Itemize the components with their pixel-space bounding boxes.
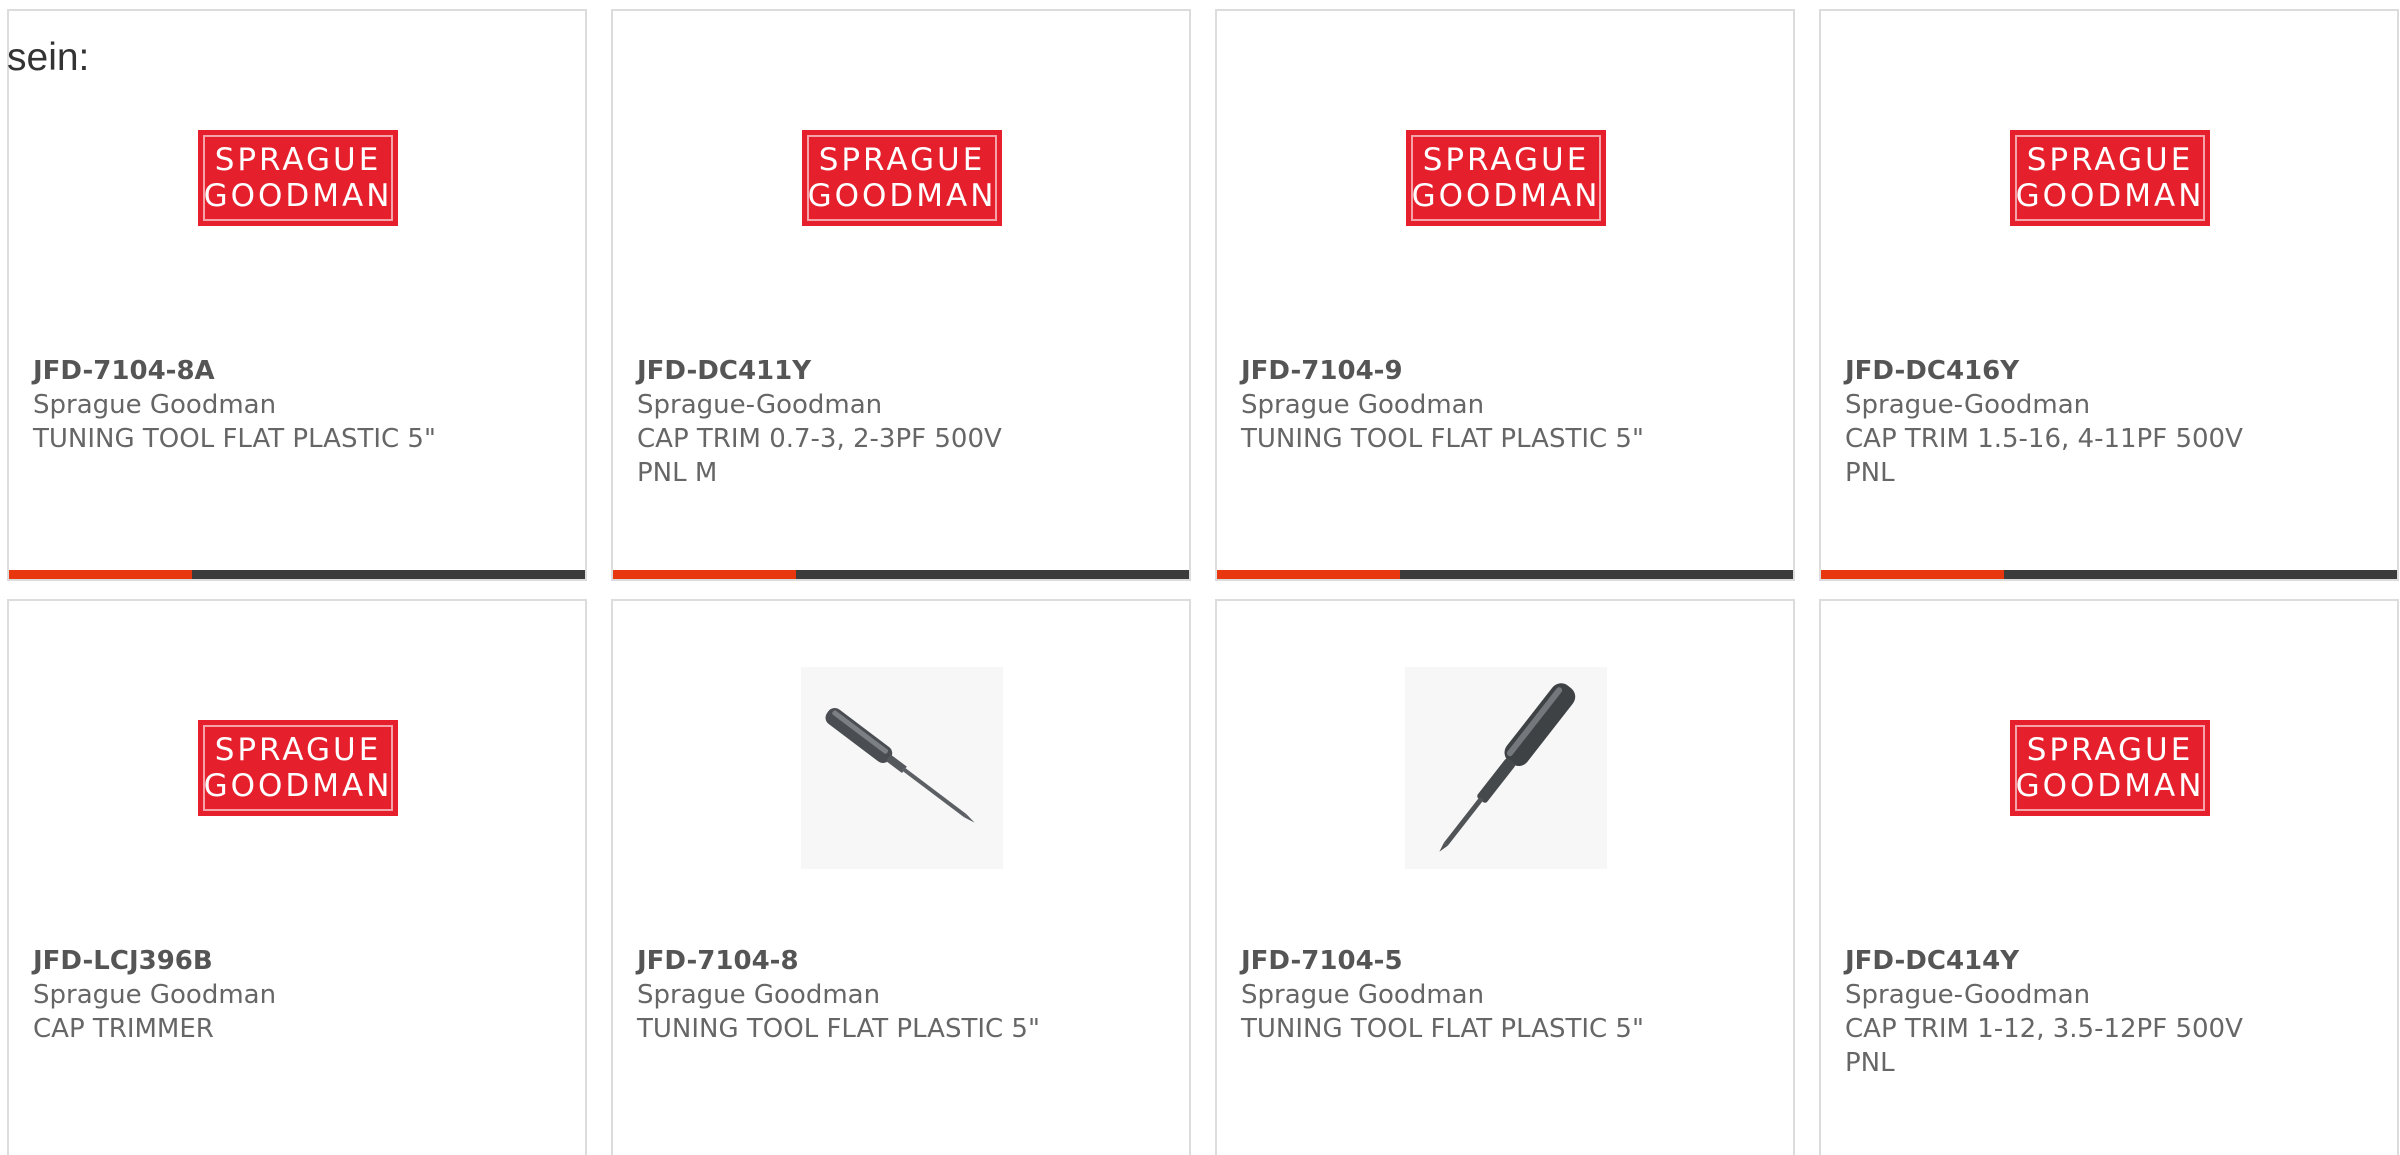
part-number-link[interactable]: JFD-DC416Y xyxy=(1845,354,2265,388)
part-number-link[interactable]: JFD-DC411Y xyxy=(637,354,1057,388)
logo-line: GOODMAN xyxy=(2015,178,2205,214)
card-bottom-bar xyxy=(9,570,585,579)
logo-line: SPRAGUE xyxy=(214,142,382,178)
logo-line: SPRAGUE xyxy=(818,142,986,178)
logo-line: SPRAGUE xyxy=(1422,142,1590,178)
card-bottom-bar xyxy=(1821,570,2397,579)
product-image[interactable] xyxy=(1405,667,1607,869)
description: TUNING TOOL FLAT PLASTIC 5" xyxy=(1241,1014,1644,1044)
product-image[interactable]: SPRAGUE GOODMAN xyxy=(2009,77,2211,279)
product-image[interactable]: SPRAGUE GOODMAN xyxy=(197,77,399,279)
product-info: JFD-DC414Y Sprague-Goodman CAP TRIM 1-12… xyxy=(1845,944,2265,1080)
sprague-goodman-logo: SPRAGUE GOODMAN xyxy=(198,130,398,226)
logo-line: GOODMAN xyxy=(807,178,997,214)
product-info: JFD-7104-5 Sprague Goodman TUNING TOOL F… xyxy=(1241,944,1701,1046)
product-grid: SPRAGUE GOODMAN JFD-7104-8A Sprague Good… xyxy=(7,9,2400,1155)
product-image[interactable]: SPRAGUE GOODMAN xyxy=(197,667,399,869)
product-info: JFD-7104-8A Sprague Goodman TUNING TOOL … xyxy=(33,354,493,456)
product-info: JFD-DC416Y Sprague-Goodman CAP TRIM 1.5-… xyxy=(1845,354,2265,490)
manufacturer: Sprague-Goodman xyxy=(1845,390,2091,420)
product-info: JFD-LCJ396B Sprague Goodman CAP TRIMMER xyxy=(33,944,493,1046)
intro-text: sein: xyxy=(7,36,90,79)
card-accent-bar xyxy=(613,570,796,579)
part-number-link[interactable]: JFD-DC414Y xyxy=(1845,944,2265,978)
product-image[interactable]: SPRAGUE GOODMAN xyxy=(2009,667,2211,869)
sprague-goodman-logo: SPRAGUE GOODMAN xyxy=(2010,130,2210,226)
product-image[interactable]: SPRAGUE GOODMAN xyxy=(1405,77,1607,279)
card-accent-bar xyxy=(1821,570,2004,579)
description: CAP TRIMMER xyxy=(33,1014,214,1044)
card-bottom-bar xyxy=(1217,570,1793,579)
product-image[interactable]: SPRAGUE GOODMAN xyxy=(801,77,1003,279)
tuning-tool-icon xyxy=(1405,667,1607,869)
logo-line: GOODMAN xyxy=(203,178,393,214)
sprague-goodman-logo: SPRAGUE GOODMAN xyxy=(198,720,398,816)
tuning-tool-icon xyxy=(801,667,1003,869)
product-card[interactable]: SPRAGUE GOODMAN JFD-7104-9 Sprague Goodm… xyxy=(1215,9,1795,581)
logo-line: SPRAGUE xyxy=(2026,732,2194,768)
description: CAP TRIM 1-12, 3.5-12PF 500V PNL xyxy=(1845,1014,2243,1078)
sprague-goodman-logo: SPRAGUE GOODMAN xyxy=(2010,720,2210,816)
product-info: JFD-7104-9 Sprague Goodman TUNING TOOL F… xyxy=(1241,354,1701,456)
part-number-link[interactable]: JFD-7104-9 xyxy=(1241,354,1701,388)
description: CAP TRIM 0.7-3, 2-3PF 500V PNL M xyxy=(637,424,1002,488)
product-card[interactable]: JFD-7104-5 Sprague Goodman TUNING TOOL F… xyxy=(1215,599,1795,1155)
logo-line: GOODMAN xyxy=(1411,178,1601,214)
manufacturer: Sprague Goodman xyxy=(33,390,277,420)
tuning-tool-photo xyxy=(1405,667,1607,869)
manufacturer: Sprague-Goodman xyxy=(637,390,883,420)
product-grid-page: sein: SPRAGUE GOODMAN JFD-7104-8A Spragu… xyxy=(0,0,2400,1155)
product-card[interactable]: SPRAGUE GOODMAN JFD-DC414Y Sprague-Goodm… xyxy=(1819,599,2399,1155)
product-card[interactable]: SPRAGUE GOODMAN JFD-LCJ396B Sprague Good… xyxy=(7,599,587,1155)
description: TUNING TOOL FLAT PLASTIC 5" xyxy=(1241,424,1644,454)
product-info: JFD-DC411Y Sprague-Goodman CAP TRIM 0.7-… xyxy=(637,354,1057,490)
description: CAP TRIM 1.5-16, 4-11PF 500V PNL xyxy=(1845,424,2243,488)
part-number-link[interactable]: JFD-7104-8A xyxy=(33,354,493,388)
description: TUNING TOOL FLAT PLASTIC 5" xyxy=(637,1014,1040,1044)
logo-line: SPRAGUE xyxy=(2026,142,2194,178)
logo-line: GOODMAN xyxy=(203,768,393,804)
product-card[interactable]: SPRAGUE GOODMAN JFD-7104-8A Sprague Good… xyxy=(7,9,587,581)
card-accent-bar xyxy=(1217,570,1400,579)
card-accent-bar xyxy=(9,570,192,579)
logo-line: SPRAGUE xyxy=(214,732,382,768)
sprague-goodman-logo: SPRAGUE GOODMAN xyxy=(1406,130,1606,226)
manufacturer: Sprague Goodman xyxy=(1241,980,1485,1010)
part-number-link[interactable]: JFD-7104-5 xyxy=(1241,944,1701,978)
card-bottom-bar xyxy=(613,570,1189,579)
product-info: JFD-7104-8 Sprague Goodman TUNING TOOL F… xyxy=(637,944,1097,1046)
product-image[interactable] xyxy=(801,667,1003,869)
product-card[interactable]: SPRAGUE GOODMAN JFD-DC411Y Sprague-Goodm… xyxy=(611,9,1191,581)
product-card[interactable]: JFD-7104-8 Sprague Goodman TUNING TOOL F… xyxy=(611,599,1191,1155)
part-number-link[interactable]: JFD-LCJ396B xyxy=(33,944,493,978)
sprague-goodman-logo: SPRAGUE GOODMAN xyxy=(802,130,1002,226)
manufacturer: Sprague Goodman xyxy=(1241,390,1485,420)
part-number-link[interactable]: JFD-7104-8 xyxy=(637,944,1097,978)
manufacturer: Sprague Goodman xyxy=(637,980,881,1010)
product-card[interactable]: SPRAGUE GOODMAN JFD-DC416Y Sprague-Goodm… xyxy=(1819,9,2399,581)
description: TUNING TOOL FLAT PLASTIC 5" xyxy=(33,424,436,454)
manufacturer: Sprague Goodman xyxy=(33,980,277,1010)
tuning-tool-photo xyxy=(801,667,1003,869)
manufacturer: Sprague-Goodman xyxy=(1845,980,2091,1010)
logo-line: GOODMAN xyxy=(2015,768,2205,804)
